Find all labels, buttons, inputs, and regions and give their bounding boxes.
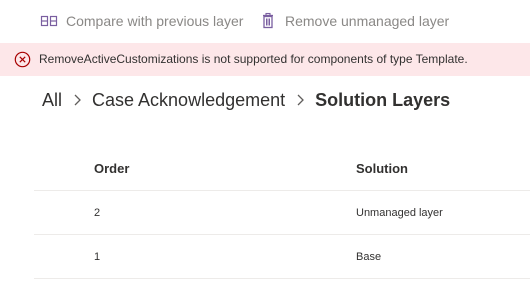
command-bar: Compare with previous layer Remove unman… [0, 0, 530, 42]
table-body: 2 Unmanaged layer 1 Base [34, 191, 530, 279]
trash-icon [259, 12, 277, 30]
solution-cell: Base [356, 250, 382, 263]
column-header-solution[interactable]: Solution [356, 146, 408, 190]
table-row[interactable]: 2 Unmanaged layer [34, 191, 530, 235]
remove-unmanaged-layer-button[interactable]: Remove unmanaged layer [259, 0, 449, 42]
compare-label: Compare with previous layer [66, 13, 244, 29]
column-header-order[interactable]: Order [94, 146, 129, 190]
chevron-right-icon [72, 93, 82, 107]
breadcrumb-current-page: Solution Layers [315, 89, 451, 110]
breadcrumb-item-all[interactable]: All [42, 90, 62, 111]
remove-label: Remove unmanaged layer [285, 13, 450, 29]
order-cell: 1 [94, 250, 101, 263]
error-circle-icon [14, 51, 31, 68]
error-message-text: RemoveActiveCustomizations is not suppor… [39, 52, 468, 66]
solution-layers-page: Compare with previous layer Remove unman… [0, 0, 530, 296]
solution-layers-table: Order Solution 2 Unmanaged layer 1 Base [34, 146, 530, 279]
error-message-bar: RemoveActiveCustomizations is not suppor… [0, 43, 530, 76]
chevron-right-icon [295, 93, 305, 107]
breadcrumb-item-case-acknowledgement[interactable]: Case Acknowledgement [92, 90, 285, 111]
breadcrumb: All Case Acknowledgement Solution Layers [42, 88, 450, 112]
solution-cell: Unmanaged layer [356, 206, 443, 219]
table-row[interactable]: 1 Base [34, 235, 530, 279]
table-header-row: Order Solution [34, 146, 530, 191]
order-cell: 2 [94, 206, 101, 219]
compare-icon [40, 12, 58, 30]
compare-with-previous-layer-button[interactable]: Compare with previous layer [40, 0, 243, 42]
